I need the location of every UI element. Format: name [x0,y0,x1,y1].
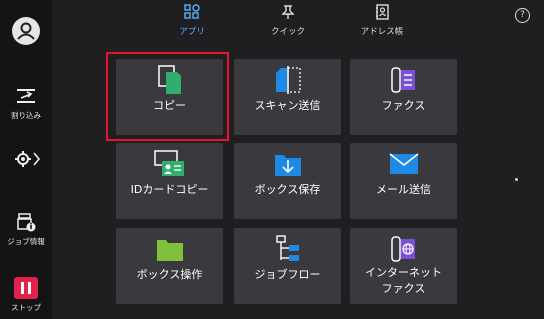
job-status-label: ジョブ情報 [7,237,45,246]
pin-icon [281,5,295,19]
internet-fax-icon [390,236,415,262]
tile-internet-fax[interactable]: インターネット ファクス [350,228,457,304]
stop-button[interactable] [14,277,38,299]
scan-icon [275,66,301,94]
tile-fax[interactable]: ファクス [350,59,457,135]
tile-fax-label: ファクス [381,99,426,112]
page-indicator-dot[interactable] [515,178,518,181]
tile-scan-send-label: スキャン送信 [254,99,321,112]
gear-icon [15,151,41,167]
tile-box-operation[interactable]: ボックス操作 [116,228,223,304]
apps-grid-icon [184,4,200,19]
tile-internet-fax-label-line1: インターネット [365,266,442,279]
tile-scan-send[interactable]: スキャン送信 [234,59,341,135]
selection-highlight [106,52,229,141]
tile-id-card-copy[interactable]: IDカードコピー [116,143,223,219]
tile-id-card-copy-label: IDカードコピー [130,183,209,196]
tile-box-save-label: ボックス保存 [254,183,321,196]
help-icon[interactable]: ? [515,8,530,23]
tile-job-flow[interactable]: ジョブフロー [234,228,341,304]
tile-internet-fax-label: インターネット ファクス [350,265,457,297]
main-area: アプリ クイック アドレス帳 ? コピー スキャン送信 ファクス IDカードコピ… [52,0,544,319]
tile-internet-fax-label-line2: ファクス [381,282,426,295]
tile-job-flow-label: ジョブフロー [254,268,321,281]
box-save-icon [274,155,301,176]
tab-address-book[interactable]: アドレス帳 [342,4,422,37]
fax-icon [390,67,415,93]
address-book-icon [376,4,389,20]
id-card-icon [153,150,184,176]
interrupt-icon [17,89,35,103]
tab-apps-label: アプリ [179,27,205,37]
tile-box-save[interactable]: ボックス保存 [234,143,341,219]
mail-icon [389,153,418,174]
interrupt-label: 割り込み [11,111,41,120]
user-icon [17,22,35,40]
chevron-right-icon [33,152,41,166]
interrupt-button[interactable]: 割り込み [0,86,52,121]
sidebar: 割り込み ジョブ情報 ストップ [0,0,52,319]
user-avatar[interactable] [12,17,40,45]
tab-apps[interactable]: アプリ [152,4,232,37]
job-flow-icon [275,235,299,261]
tab-quick-label: クイック [270,27,305,37]
tab-address-book-label: アドレス帳 [360,27,404,37]
job-status-icon [17,213,36,232]
tab-quick[interactable]: クイック [248,4,328,37]
settings-button[interactable] [0,149,52,173]
tile-mail-send-label: メール送信 [376,183,431,196]
tile-box-operation-label: ボックス操作 [136,268,203,281]
tile-mail-send[interactable]: メール送信 [350,143,457,219]
job-status-button[interactable]: ジョブ情報 [0,212,52,247]
stop-label: ストップ [11,303,41,312]
pause-icon [21,282,31,294]
folder-icon [156,240,183,261]
